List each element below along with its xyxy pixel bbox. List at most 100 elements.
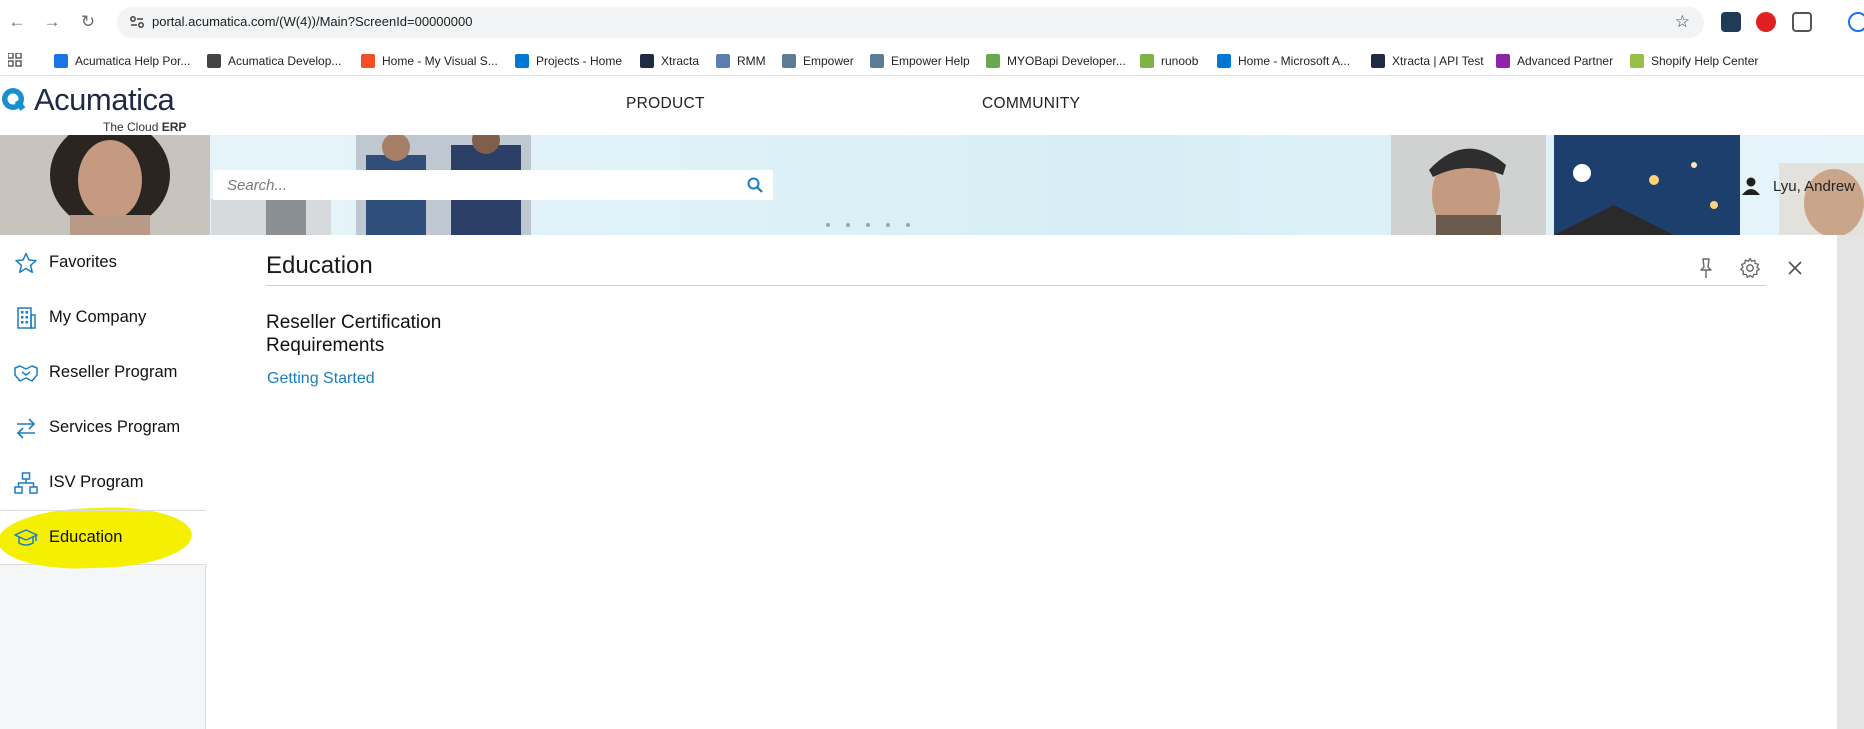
bookmark-label: Empower — [803, 54, 854, 68]
bookmark-label: Advanced Partner — [1517, 54, 1614, 68]
logo-tagline-bold: ERP — [161, 120, 187, 134]
sidebar-item-reseller-program[interactable]: Reseller Program — [0, 345, 205, 400]
user-menu[interactable]: Lyu, Andrew — [1741, 177, 1855, 195]
site-info-icon[interactable] — [129, 14, 145, 30]
address-bar[interactable]: portal.acumatica.com/(W(4))/Main?ScreenI… — [117, 7, 1704, 38]
sidebar-item-label: Services Program — [49, 418, 181, 436]
favicon-icon — [207, 54, 221, 68]
bookmark-item[interactable]: Acumatica Develop... — [207, 52, 341, 70]
carousel-dots[interactable] — [826, 223, 910, 227]
sidebar-item-favorites[interactable]: Favorites — [0, 235, 205, 290]
sidebar-menu: Favorites My Company Reseller Program Se… — [0, 235, 206, 572]
bookmark-label: Xtracta | API Test — [1392, 54, 1484, 68]
hierarchy-icon — [14, 472, 38, 494]
getting-started-link[interactable]: Getting Started — [267, 370, 375, 388]
extension-react-icon[interactable] — [1721, 12, 1741, 32]
favicon-icon — [1217, 54, 1231, 68]
logo-tagline-prefix: The Cloud — [103, 120, 162, 134]
bookmark-item[interactable]: Projects - Home — [515, 52, 622, 70]
banner-photo-woman-right — [1779, 163, 1864, 235]
page-title: Education — [266, 252, 373, 279]
nav-community[interactable]: COMMUNITY — [982, 95, 1080, 113]
sidebar-item-label: ISV Program — [49, 473, 144, 491]
sidebar-item-my-company[interactable]: My Company — [0, 290, 205, 345]
bookmark-item[interactable]: Advanced Partner — [1496, 52, 1613, 70]
favicon-icon — [361, 54, 375, 68]
reload-icon[interactable]: ↻ — [77, 11, 99, 33]
bookmark-item[interactable]: Home - My Visual S... — [361, 52, 498, 70]
profile-icon[interactable] — [1848, 12, 1864, 32]
bookmark-label: RMM — [737, 54, 766, 68]
favicon-icon — [1371, 54, 1385, 68]
bookmark-label: Home - Microsoft A... — [1238, 54, 1351, 68]
site-header: Acumatica The Cloud ERP PRODUCT COMMUNIT… — [0, 77, 1864, 135]
carousel-dot[interactable] — [886, 223, 890, 227]
gear-icon[interactable] — [1739, 257, 1761, 279]
hero-banner: Lyu, Andrew — [0, 135, 1864, 235]
banner-photo-welding — [1554, 135, 1740, 235]
logo-text[interactable]: Acumatica — [34, 82, 175, 118]
bookmark-label: Empower Help — [891, 54, 970, 68]
search-box — [213, 170, 773, 200]
browser-toolbar: ← → ↻ portal.acumatica.com/(W(4))/Main?S… — [0, 0, 1864, 45]
sidebar: Favorites My Company Reseller Program Se… — [0, 235, 206, 729]
bookmarks-bar: Acumatica Help Por... Acumatica Develop.… — [0, 45, 1864, 76]
favicon-icon — [870, 54, 884, 68]
bookmark-item[interactable]: Xtracta — [640, 52, 699, 70]
section-heading: Reseller Certification Requirements — [266, 312, 442, 356]
banner-photo-man-cap — [1391, 135, 1546, 235]
workspace-panel: Education Reseller Certification Require… — [207, 235, 1837, 729]
bookmark-label: Acumatica Help Por... — [75, 54, 191, 68]
sidebar-item-isv-program[interactable]: ISV Program — [0, 455, 205, 510]
bookmark-item[interactable]: runoob — [1140, 52, 1198, 70]
favicon-icon — [1140, 54, 1154, 68]
bookmark-label: Shopify Help Center — [1651, 54, 1759, 68]
user-icon — [1742, 177, 1760, 195]
search-input[interactable] — [213, 170, 733, 200]
nav-product[interactable]: PRODUCT — [626, 95, 705, 113]
sidebar-item-services-program[interactable]: Services Program — [0, 400, 205, 455]
logo-tagline: The Cloud ERP — [103, 120, 186, 134]
bookmark-star-icon[interactable]: ☆ — [1675, 12, 1690, 32]
bookmark-label: runoob — [1161, 54, 1199, 68]
close-icon[interactable] — [1784, 257, 1806, 279]
apps-grid-icon[interactable] — [8, 53, 22, 67]
pin-icon[interactable] — [1695, 257, 1717, 279]
bookmark-label: MYOBapi Developer... — [1007, 54, 1126, 68]
carousel-dot[interactable] — [906, 223, 910, 227]
search-icon[interactable] — [746, 176, 764, 194]
sidebar-item-education[interactable]: Education — [0, 510, 205, 565]
bookmark-item[interactable]: Empower — [782, 52, 854, 70]
carousel-dot[interactable] — [846, 223, 850, 227]
back-icon[interactable]: ← — [6, 11, 28, 33]
sidebar-item-label: My Company — [49, 308, 147, 326]
bookmark-label: Xtracta — [661, 54, 700, 68]
bookmark-label: Acumatica Develop... — [228, 54, 342, 68]
favicon-icon — [782, 54, 796, 68]
forward-icon[interactable]: → — [41, 11, 63, 33]
extension-opera-icon[interactable] — [1756, 12, 1776, 32]
favicon-icon — [515, 54, 529, 68]
bookmark-item[interactable]: RMM — [716, 52, 766, 70]
handshake-icon — [14, 365, 38, 382]
extensions-puzzle-icon[interactable] — [1792, 12, 1812, 32]
url-text[interactable]: portal.acumatica.com/(W(4))/Main?ScreenI… — [152, 14, 472, 29]
carousel-dot[interactable] — [826, 223, 830, 227]
bookmark-item[interactable]: Empower Help — [870, 52, 970, 70]
acumatica-logo-icon[interactable] — [0, 86, 28, 114]
arrows-icon — [16, 418, 36, 439]
carousel-dot[interactable] — [866, 223, 870, 227]
favicon-icon — [716, 54, 730, 68]
title-divider — [266, 285, 1766, 286]
bookmark-item[interactable]: Shopify Help Center — [1630, 52, 1758, 70]
favicon-icon — [986, 54, 1000, 68]
graduation-cap-icon — [14, 529, 38, 546]
user-name[interactable]: Lyu, Andrew — [1773, 178, 1855, 195]
bookmark-item[interactable]: Xtracta | API Test — [1371, 52, 1484, 70]
right-scroll-area — [1837, 235, 1864, 729]
banner-photo-tablet — [211, 199, 331, 235]
bookmark-item[interactable]: Home - Microsoft A... — [1217, 52, 1350, 70]
building-icon — [17, 307, 36, 329]
bookmark-item[interactable]: Acumatica Help Por... — [54, 52, 190, 70]
bookmark-item[interactable]: MYOBapi Developer... — [986, 52, 1126, 70]
